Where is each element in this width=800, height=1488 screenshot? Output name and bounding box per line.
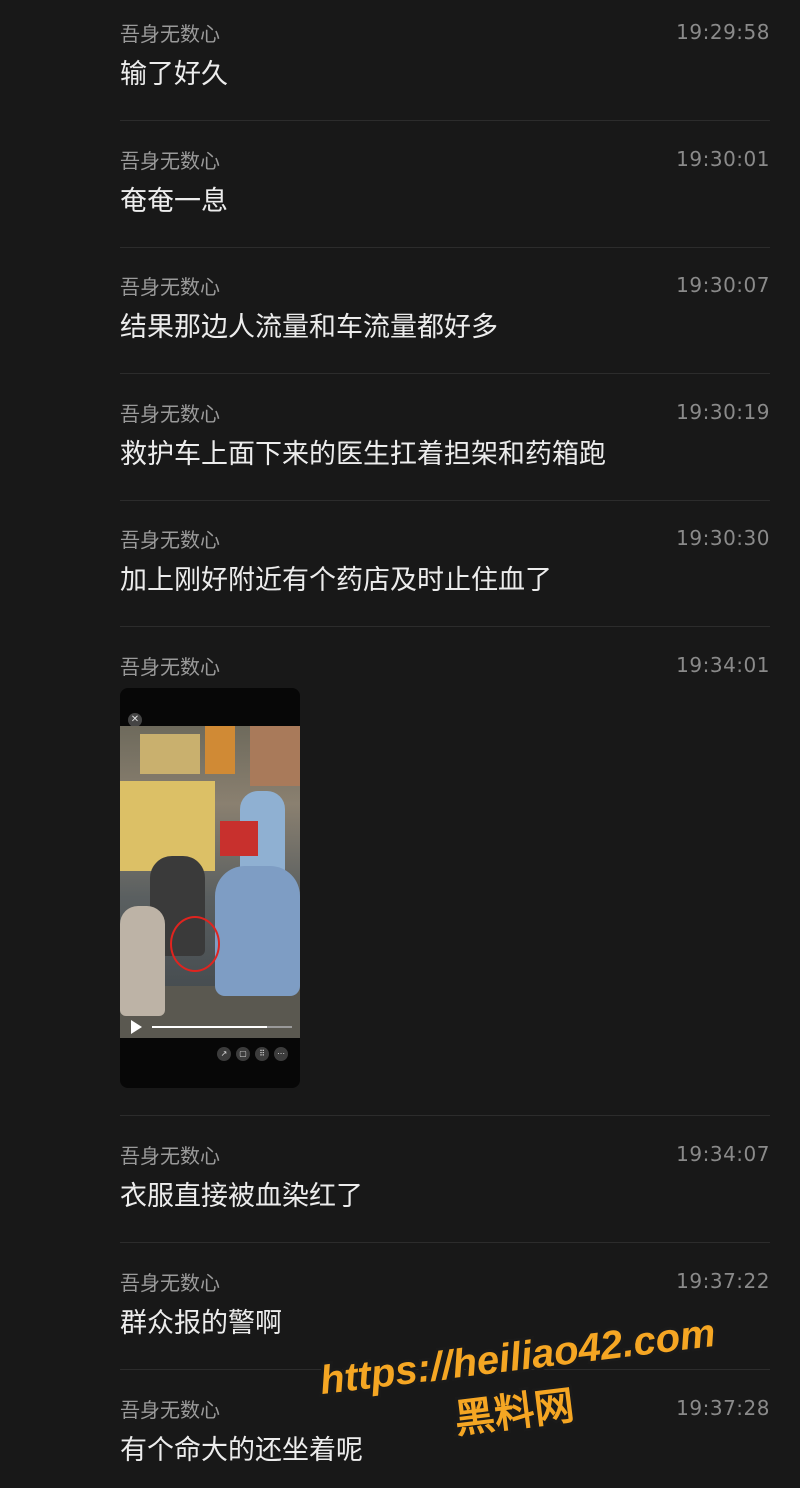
message-time: 19:34:07 (676, 1142, 770, 1166)
sender-name: 吾身无数心 (120, 274, 220, 299)
message-item[interactable]: 吾身无数心 19:37:28 有个命大的还坐着呢 (120, 1376, 770, 1488)
sender-name: 吾身无数心 (120, 1270, 220, 1295)
message-time: 19:30:19 (676, 400, 770, 424)
message-time: 19:29:58 (676, 20, 770, 44)
save-icon[interactable]: ▢ (236, 1047, 250, 1061)
thumbnail-shape (220, 821, 258, 856)
message-meta: 吾身无数心 19:30:07 (120, 273, 770, 299)
thumbnail-shape (205, 726, 235, 774)
sender-name: 吾身无数心 (120, 21, 220, 46)
message-text: 衣服直接被血染红了 (120, 1181, 363, 1212)
video-progress-bar[interactable] (152, 1026, 292, 1028)
message-meta: 吾身无数心 19:37:28 (120, 1396, 770, 1422)
sender-name: 吾身无数心 (120, 654, 220, 679)
thumbnail-highlight-circle (170, 916, 220, 972)
message-text: 加上刚好附近有个药店及时止住血了 (120, 565, 552, 596)
thumbnail-shape (120, 906, 165, 1016)
message-text: 有个命大的还坐着呢 (120, 1435, 363, 1466)
message-meta: 吾身无数心 19:30:19 (120, 400, 770, 426)
sender-name: 吾身无数心 (120, 401, 220, 426)
sender-name: 吾身无数心 (120, 1397, 220, 1422)
message-meta: 吾身无数心 19:37:22 (120, 1269, 770, 1295)
message-text: 输了好久 (120, 59, 228, 90)
video-attachment[interactable]: ✕ ↗ ▢ ⠿ ⋯ (120, 688, 300, 1088)
message-text: 群众报的警啊 (120, 1308, 282, 1339)
message-meta: 吾身无数心 19:30:30 (120, 526, 770, 552)
video-thumbnail[interactable] (120, 726, 300, 1038)
message-meta: 吾身无数心 19:34:01 (120, 653, 770, 679)
message-time: 19:34:01 (676, 653, 770, 677)
message-time: 19:30:07 (676, 273, 770, 297)
message-meta: 吾身无数心 19:30:01 (120, 147, 770, 173)
message-item[interactable]: 吾身无数心 19:30:30 加上刚好附近有个药店及时止住血了 (120, 506, 770, 627)
play-icon[interactable] (131, 1020, 142, 1034)
message-time: 19:30:30 (676, 526, 770, 550)
message-time: 19:37:28 (676, 1396, 770, 1420)
message-text: 救护车上面下来的医生扛着担架和药箱跑 (120, 439, 606, 470)
thumbnail-shape (215, 866, 300, 996)
message-text: 奄奄一息 (120, 186, 228, 217)
message-item[interactable]: 吾身无数心 19:30:19 救护车上面下来的医生扛着担架和药箱跑 (120, 380, 770, 501)
message-item[interactable]: 吾身无数心 19:29:58 输了好久 (120, 0, 770, 121)
thumbnail-shape (250, 726, 300, 786)
message-item[interactable]: 吾身无数心 19:34:07 衣服直接被血染红了 (120, 1122, 770, 1243)
message-item[interactable]: 吾身无数心 19:30:01 奄奄一息 (120, 127, 770, 248)
thumbnail-shape (140, 734, 200, 774)
sender-name: 吾身无数心 (120, 527, 220, 552)
message-text: 结果那边人流量和车流量都好多 (120, 312, 498, 343)
message-item[interactable]: 吾身无数心 19:30:07 结果那边人流量和车流量都好多 (120, 253, 770, 374)
sender-name: 吾身无数心 (120, 148, 220, 173)
message-time: 19:30:01 (676, 147, 770, 171)
close-icon[interactable]: ✕ (128, 713, 142, 727)
message-meta: 吾身无数心 19:29:58 (120, 20, 770, 46)
more-icon[interactable]: ⋯ (274, 1047, 288, 1061)
video-progress-fill (152, 1026, 267, 1028)
sender-name: 吾身无数心 (120, 1143, 220, 1168)
message-item[interactable]: 吾身无数心 19:37:22 群众报的警啊 (120, 1249, 770, 1370)
message-meta: 吾身无数心 19:34:07 (120, 1142, 770, 1168)
grid-icon[interactable]: ⠿ (255, 1047, 269, 1061)
video-controls: ↗ ▢ ⠿ ⋯ (217, 1047, 288, 1061)
message-time: 19:37:22 (676, 1269, 770, 1293)
share-icon[interactable]: ↗ (217, 1047, 231, 1061)
